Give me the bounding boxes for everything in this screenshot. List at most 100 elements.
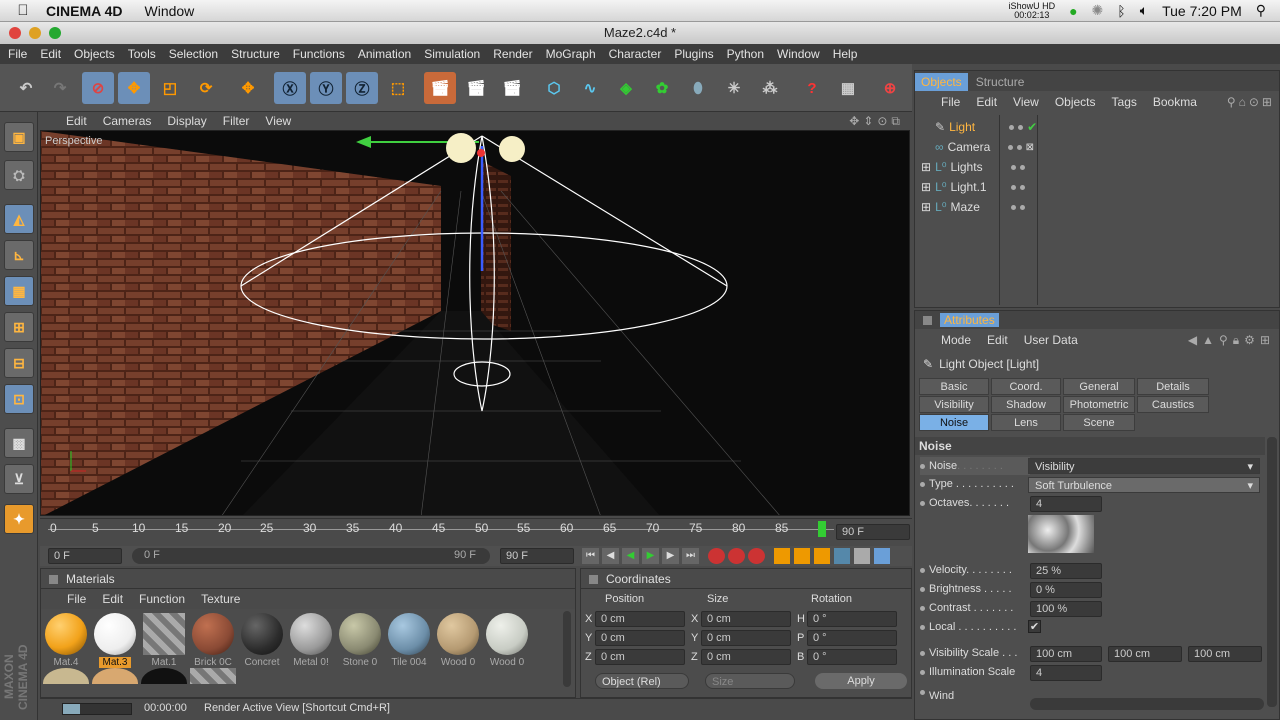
subdivision-icon[interactable]: ◈ — [610, 72, 642, 104]
rotation-key-icon[interactable] — [814, 548, 830, 564]
spline-icon[interactable]: ∿ — [574, 72, 606, 104]
frame-range-slider[interactable]: 0 F 90 F — [132, 548, 490, 564]
viewport-menu-edit[interactable]: Edit — [66, 114, 87, 128]
illum-scale-field[interactable]: 4 — [1030, 665, 1102, 681]
menu-mograph[interactable]: MoGraph — [546, 47, 596, 61]
record-icon[interactable]: ● — [1069, 3, 1077, 19]
type-select[interactable]: Soft Turbulence ▾ — [1028, 477, 1260, 493]
materials-scrollbar[interactable] — [563, 611, 571, 687]
cube-icon[interactable]: ⬡ — [538, 72, 570, 104]
timeline-ruler[interactable]: 0 5 10 15 20 25 30 35 40 45 50 55 60 65 … — [40, 518, 912, 546]
time-slider-handle[interactable] — [818, 521, 826, 537]
rot-h-field[interactable]: 0 ° — [807, 610, 897, 627]
menu-structure[interactable]: Structure — [231, 47, 280, 61]
x-axis-icon[interactable]: Ⓧ — [274, 72, 306, 104]
local-checkbox[interactable]: ✔ — [1028, 620, 1041, 633]
apple-icon[interactable]:  — [0, 2, 46, 19]
object-row-maze[interactable]: ⊞ L⁰ Maze — [915, 197, 1279, 217]
pos-x-field[interactable]: 0 cm — [595, 610, 685, 627]
redo-icon[interactable]: ↷ — [44, 72, 76, 104]
tab-caustics[interactable]: Caustics — [1137, 396, 1209, 413]
move-icon[interactable]: ✥ — [118, 72, 150, 104]
menu-edit[interactable]: Edit — [40, 47, 61, 61]
noise-select[interactable]: Visibility ▾ — [1028, 458, 1260, 474]
material-swatch[interactable] — [43, 668, 89, 684]
camera-tools-icon[interactable]: ⁂ — [754, 72, 786, 104]
material-item[interactable]: Mat.1 — [141, 609, 187, 668]
vis-scale-z-field[interactable]: 100 cm — [1188, 646, 1262, 662]
pos-y-field[interactable]: 0 cm — [595, 629, 685, 646]
edges-mode-icon[interactable]: ⊾ — [4, 240, 34, 270]
next-frame-icon[interactable]: ▶ — [662, 548, 679, 564]
objects-menu-objects[interactable]: Objects — [1055, 95, 1096, 109]
material-swatch[interactable] — [92, 668, 138, 684]
start-frame-field[interactable]: 0 F — [48, 548, 122, 564]
layout-icon[interactable]: ▦ — [832, 72, 864, 104]
scale-key-icon[interactable] — [794, 548, 810, 564]
material-item-selected[interactable]: Mat.3 — [92, 609, 138, 668]
environment-icon[interactable]: ✳ — [718, 72, 750, 104]
expand-icon[interactable]: ⊞ — [921, 180, 931, 194]
materials-menu-function[interactable]: Function — [139, 592, 185, 606]
objects-menu-edit[interactable]: Edit — [976, 95, 997, 109]
size-z-field[interactable]: 0 cm — [701, 648, 791, 665]
menu-animation[interactable]: Animation — [358, 47, 411, 61]
size-mode-select[interactable]: Size — [705, 673, 795, 689]
tab-coord[interactable]: Coord. — [991, 378, 1061, 395]
attributes-menu-edit[interactable]: Edit — [987, 333, 1008, 347]
texture-mode-icon[interactable]: ⊟ — [4, 348, 34, 378]
attributes-menu-mode[interactable]: Mode — [941, 333, 971, 347]
tab-lens[interactable]: Lens — [991, 414, 1061, 431]
menu-render[interactable]: Render — [493, 47, 532, 61]
material-item[interactable]: Tile 004 — [386, 609, 432, 668]
attributes-nav-icons[interactable]: ◀▲⚲🔒︎⚙⊞ — [1188, 333, 1275, 348]
prev-frame-icon[interactable]: ◀ — [602, 548, 619, 564]
material-item[interactable]: Brick 0C — [190, 609, 236, 668]
tab-visibility[interactable]: Visibility — [919, 396, 989, 413]
material-item[interactable]: Wood 0 — [484, 609, 530, 668]
menu-file[interactable]: File — [8, 47, 27, 61]
objects-search-icons[interactable]: ⚲⌂⊙⊞ — [1227, 95, 1275, 109]
object-row-light[interactable]: ✎ Light ✔ — [915, 117, 1279, 137]
keyframe-selection-icon[interactable] — [748, 548, 765, 564]
workplane-icon[interactable]: ⊡ — [4, 384, 34, 414]
materials-menu-edit[interactable]: Edit — [102, 592, 123, 606]
attributes-scrollbar[interactable] — [1267, 437, 1277, 707]
vis-scale-y-field[interactable]: 100 cm — [1108, 646, 1182, 662]
model-mode-icon[interactable]: ▣ — [4, 122, 34, 152]
objects-menu-view[interactable]: View — [1013, 95, 1039, 109]
timeline-window-icon[interactable] — [874, 548, 890, 564]
z-axis-icon[interactable]: Ⓩ — [346, 72, 378, 104]
zoom-window-button[interactable] — [49, 27, 61, 39]
minimize-window-button[interactable] — [29, 27, 41, 39]
material-swatch[interactable] — [141, 668, 187, 684]
apply-button[interactable]: Apply — [815, 673, 907, 689]
end-field[interactable]: 90 F — [500, 548, 574, 564]
objects-menu-file[interactable]: File — [941, 95, 960, 109]
object-row-camera[interactable]: ∞ Camera ⊠ — [915, 137, 1279, 157]
bluetooth-icon[interactable]: ᛒ — [1117, 3, 1125, 19]
coordinate-mode-select[interactable]: Object (Rel) — [595, 673, 689, 689]
checkmark-icon[interactable]: ✔ — [1027, 120, 1037, 134]
viewport-menu-display[interactable]: Display — [167, 114, 206, 128]
points-mode-icon[interactable]: ◭ — [4, 204, 34, 234]
tab-photometric[interactable]: Photometric — [1063, 396, 1135, 413]
size-x-field[interactable]: 0 cm — [701, 610, 791, 627]
goto-start-icon[interactable]: ⏮ — [582, 548, 599, 564]
contrast-field[interactable]: 100 % — [1030, 601, 1102, 617]
render-view-icon[interactable]: 🎬︎ — [424, 72, 456, 104]
live-selection-icon[interactable]: ⊘ — [82, 72, 114, 104]
tab-basic[interactable]: Basic — [919, 378, 989, 395]
volume-icon[interactable]: 🔈︎ — [1140, 2, 1148, 19]
position-key-icon[interactable] — [774, 548, 790, 564]
sculpt-icon[interactable]: ✦ — [4, 504, 34, 534]
material-item[interactable]: Mat.4 — [43, 609, 89, 668]
menu-python[interactable]: Python — [727, 47, 764, 61]
uv-mode-icon[interactable]: ⊞ — [4, 312, 34, 342]
window-menu[interactable]: Window — [145, 3, 195, 19]
scale-icon[interactable]: ◰ — [154, 72, 186, 104]
tab-structure[interactable]: Structure — [968, 73, 1033, 91]
y-axis-icon[interactable]: Ⓨ — [310, 72, 342, 104]
menu-objects[interactable]: Objects — [74, 47, 115, 61]
velocity-field[interactable]: 25 % — [1030, 563, 1102, 579]
